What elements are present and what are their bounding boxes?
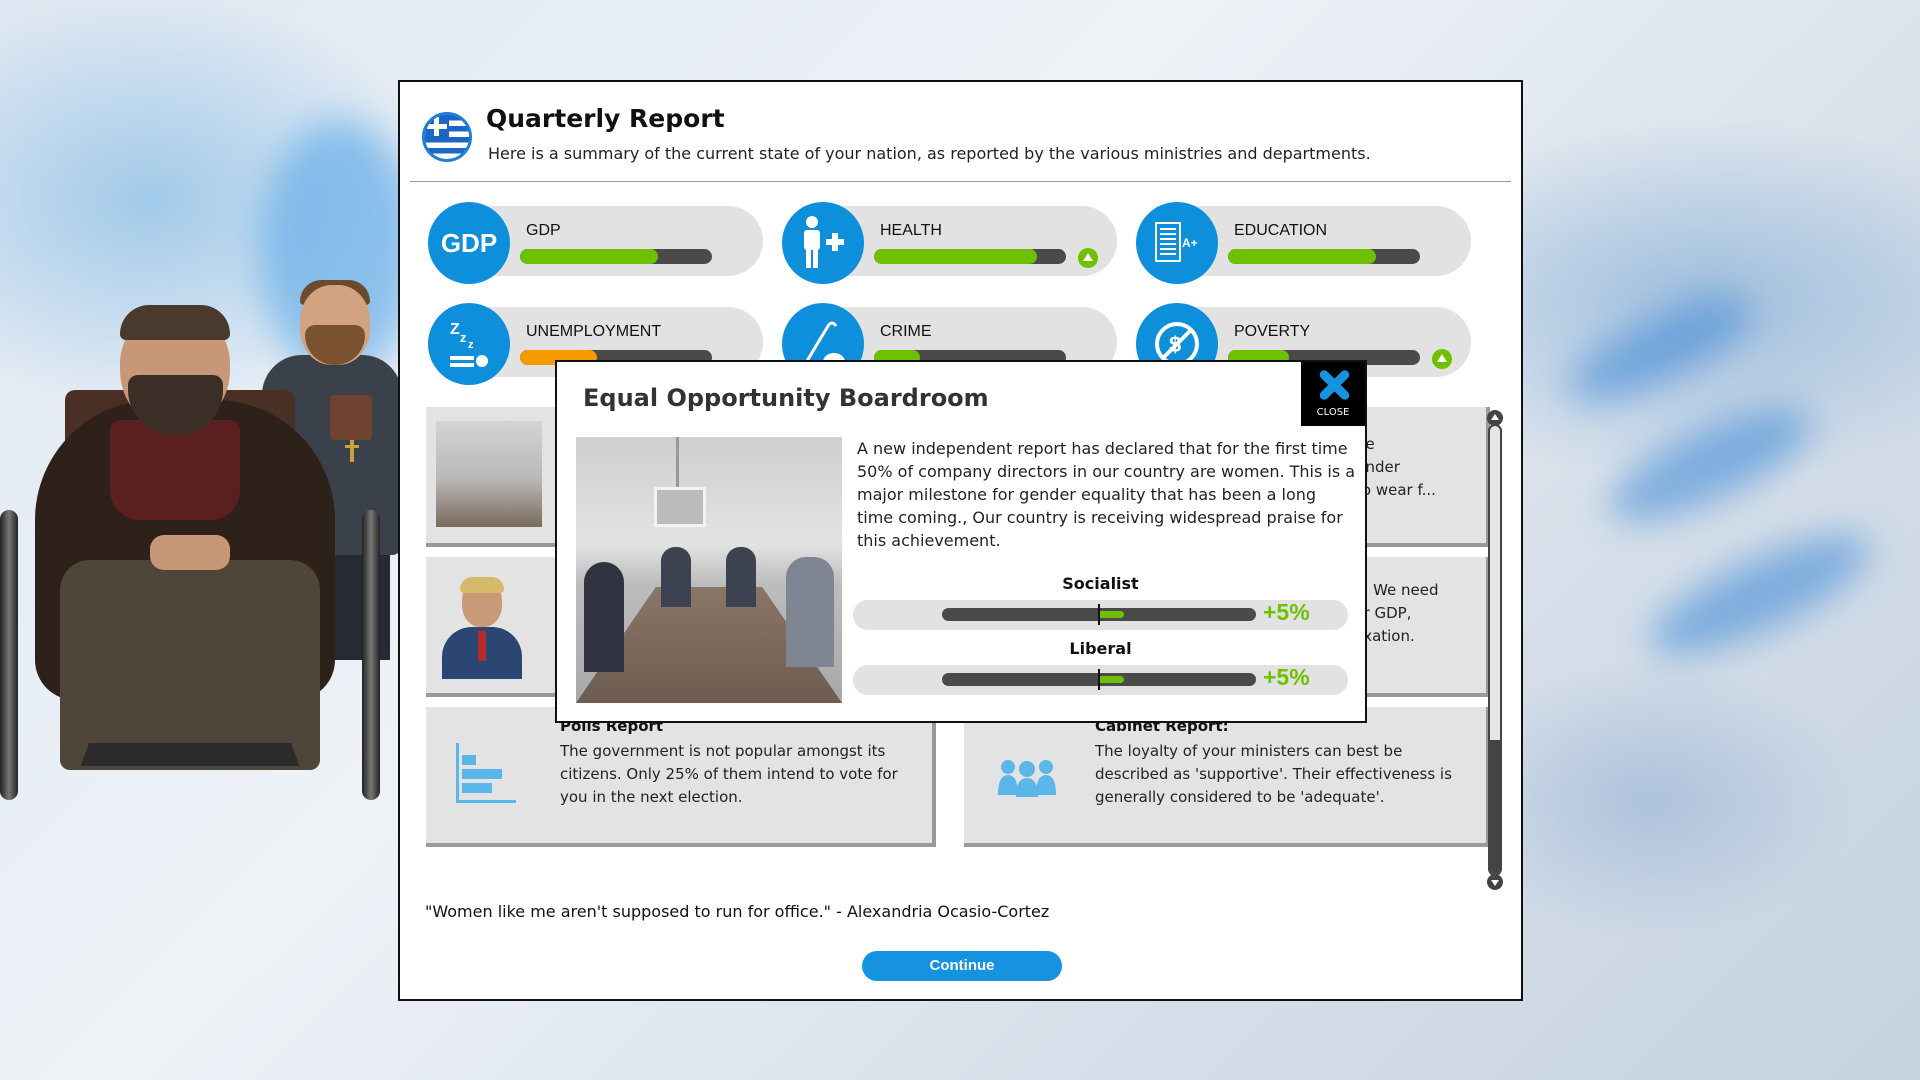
stat-bar <box>1228 249 1420 264</box>
page-title: Quarterly Report <box>486 104 725 133</box>
stat-bar-fill <box>874 249 1038 264</box>
effect-bar-fill <box>1099 611 1125 618</box>
effect-label-liberal: Liberal <box>1069 639 1132 658</box>
effect-bar-midpoint <box>1098 604 1100 625</box>
stat-gdp[interactable]: GDP GDP <box>428 202 763 284</box>
svg-text:A+: A+ <box>1182 236 1198 250</box>
seated-advisor-hands <box>150 535 230 570</box>
card-text: The government is not popular amongst it… <box>560 742 898 806</box>
stat-label: UNEMPLOYMENT <box>526 323 662 340</box>
card-text-fragment: 3. We need ur GDP, axation. <box>1354 581 1439 645</box>
page-subtitle: Here is a summary of the current state o… <box>488 144 1371 163</box>
greece-flag-icon <box>422 112 472 162</box>
scrollbar-track[interactable] <box>1488 424 1502 876</box>
scroll-down-arrow-icon[interactable] <box>1487 874 1503 890</box>
background-decoration <box>1556 280 1764 420</box>
stat-label: EDUCATION <box>1234 222 1328 239</box>
quote-text: "Women like me aren't supposed to run fo… <box>425 902 1050 921</box>
scarf <box>110 420 240 520</box>
effect-value: +5% <box>1263 599 1310 625</box>
header-divider <box>410 181 1511 182</box>
report-card-polls[interactable]: Polls Report The government is not popul… <box>426 707 936 847</box>
priest-advisor-legs <box>330 550 390 660</box>
cross-icon <box>345 440 359 462</box>
boardroom-thumbnail <box>436 421 542 527</box>
education-icon: A+ <box>1136 202 1218 284</box>
stat-education[interactable]: A+ EDUCATION <box>1136 202 1471 284</box>
effect-row-liberal: +5% <box>853 664 1348 695</box>
continue-button[interactable]: Continue <box>862 951 1062 981</box>
background-decoration <box>1636 512 1884 678</box>
wheelchair-wheel <box>0 510 18 800</box>
scrollbar-thumb[interactable] <box>1490 739 1500 874</box>
close-button[interactable]: CLOSE <box>1301 362 1365 426</box>
book-icon <box>330 395 372 440</box>
effect-label-socialist: Socialist <box>1062 574 1139 593</box>
stat-label: CRIME <box>880 323 932 340</box>
stat-label: GDP <box>526 222 561 239</box>
svg-text:z: z <box>468 339 474 351</box>
effect-bar-midpoint <box>1098 669 1100 690</box>
effect-bar-fill <box>1099 676 1125 683</box>
stat-health[interactable]: HEALTH <box>782 202 1117 284</box>
wheelchair-wheel <box>362 510 380 800</box>
background-decoration <box>1595 386 1825 544</box>
stat-bar-fill <box>1228 249 1376 264</box>
svg-text:$: $ <box>1169 332 1181 357</box>
effect-bar <box>942 669 1256 690</box>
unemployment-icon: Zzz <box>428 303 510 385</box>
effect-value: +5% <box>1263 664 1310 690</box>
stat-label: HEALTH <box>880 222 942 239</box>
report-scrollbar[interactable] <box>1487 410 1503 890</box>
popup-title: Equal Opportunity Boardroom <box>583 384 989 412</box>
bar-chart-icon <box>456 743 516 803</box>
stat-bar <box>874 249 1066 264</box>
seated-advisor-hair <box>120 305 230 340</box>
card-text: The loyalty of your ministers can best b… <box>1095 742 1452 806</box>
trend-up-icon <box>1078 248 1098 268</box>
stat-bar <box>520 249 712 264</box>
stat-bar-fill <box>520 249 659 264</box>
effect-bar <box>942 604 1256 625</box>
stat-label: POVERTY <box>1234 323 1311 340</box>
boardroom-illustration <box>576 437 842 703</box>
finance-minister-portrait <box>436 577 528 679</box>
effect-row-socialist: +5% <box>853 599 1348 630</box>
health-icon <box>782 202 864 284</box>
svg-text:z: z <box>460 330 467 345</box>
ministers-icon <box>996 757 1058 797</box>
wheelchair-footrest <box>80 742 300 766</box>
seated-advisor-robe <box>60 560 320 770</box>
svg-text:Z: Z <box>450 321 460 338</box>
report-card-cabinet[interactable]: Cabinet Report: The loyalty of your mini… <box>964 707 1490 847</box>
close-label: CLOSE <box>1316 407 1350 418</box>
card-text-fragment: he under to wear f... <box>1356 435 1436 499</box>
close-icon <box>1317 368 1351 402</box>
gdp-icon: GDP <box>428 202 510 284</box>
advisor-characters <box>0 280 430 1060</box>
popup-description: A new independent report has declared th… <box>857 439 1356 550</box>
event-popup: Equal Opportunity Boardroom CLOSE A new … <box>555 360 1367 723</box>
trend-up-icon <box>1432 349 1452 369</box>
